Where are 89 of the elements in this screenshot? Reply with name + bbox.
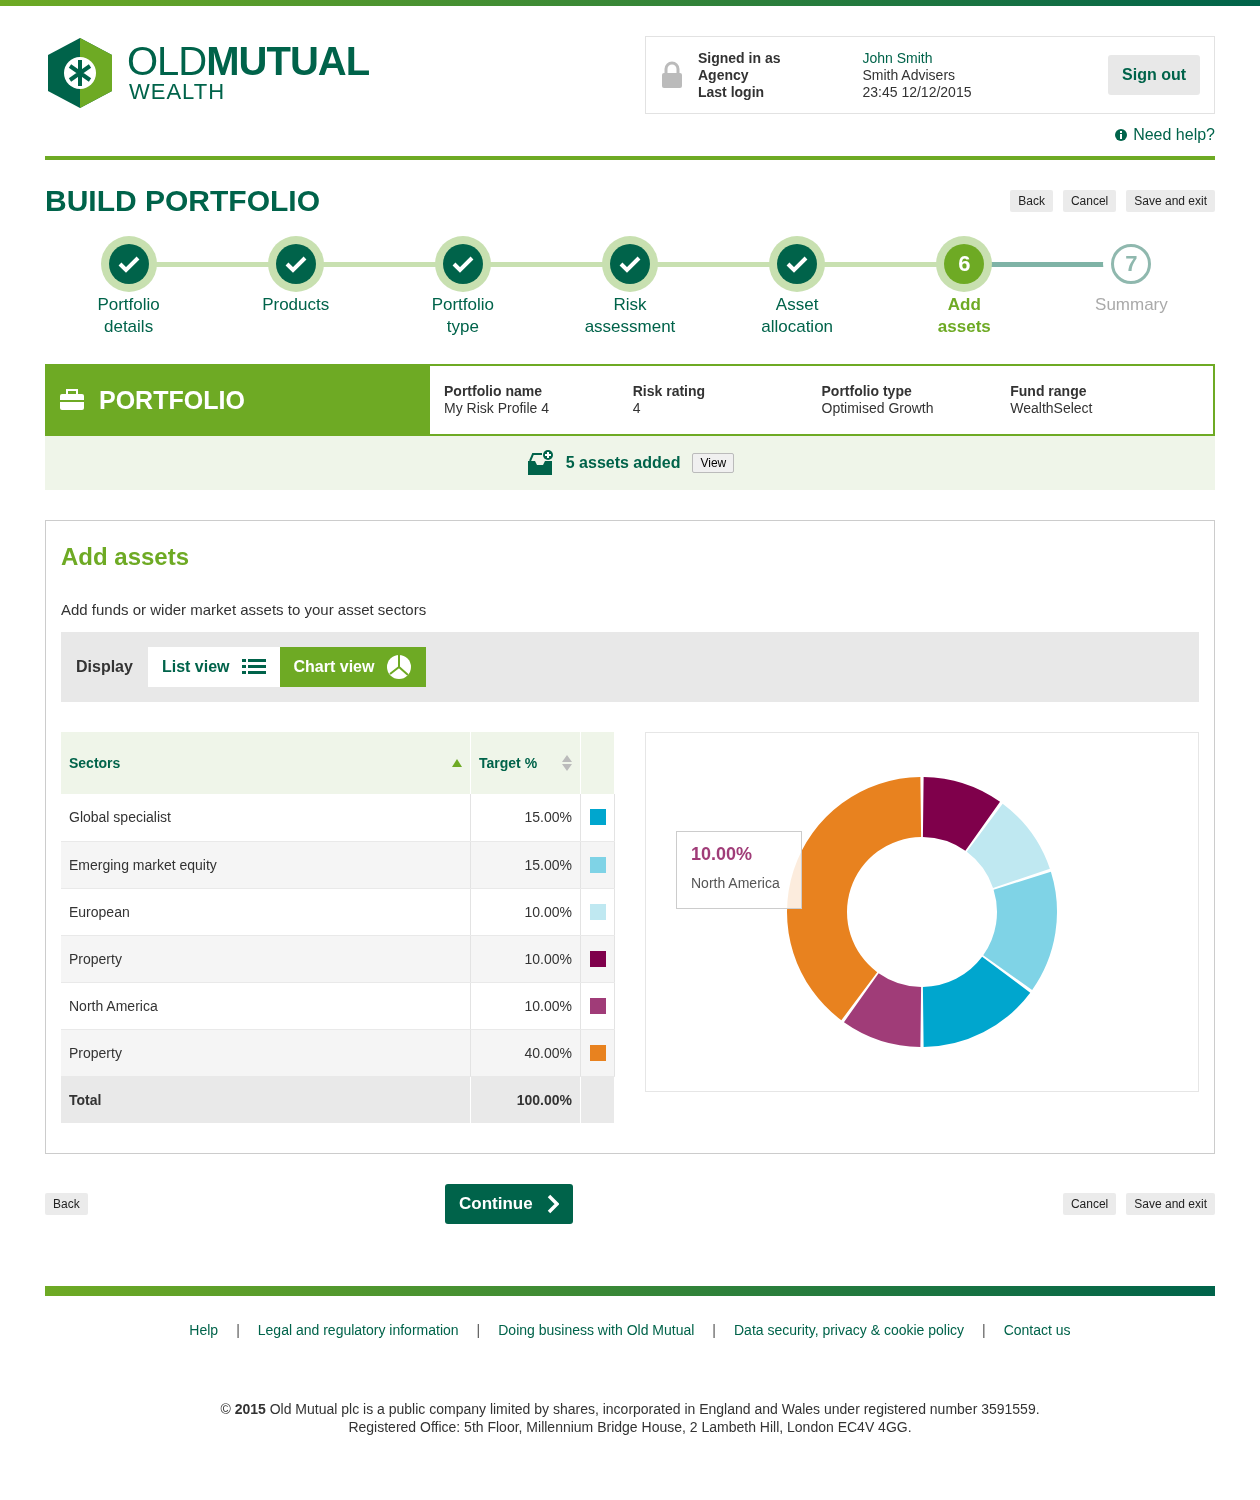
display-label: Display [76,658,133,676]
inbox-add-icon [525,449,554,477]
check-icon [284,255,307,273]
donut-slice[interactable] [966,803,1050,888]
continue-button[interactable]: Continue [445,1184,573,1224]
intro-text: Add funds or wider market assets to your asset sectors [61,601,428,618]
page-title: BUILD PORTFOLIO [45,184,320,218]
step-marker: 6 [936,236,993,292]
logo-subtitle: WEALTH [129,80,227,104]
table-cell: 10.00% [470,935,581,982]
logo-icon [45,36,115,110]
tooltip-value: 10.00% [691,844,754,865]
footer-link[interactable]: Help [189,1322,219,1338]
view-tab[interactable]: List view [147,647,280,687]
copyright-text: © 2015 Old Mutual plc is a public company limited by shares, incorporated in England and Wales under registered number 3591559. [220,1401,1040,1417]
table-cell: North America [61,982,471,1029]
table-cell: Global specialist [61,794,471,841]
check-icon [117,255,140,273]
chevron-right-icon [546,1194,559,1214]
logo-wordmark: OLDMUTUAL [127,42,370,80]
assets-added-text: 5 assets added [565,454,681,472]
check-icon [786,255,809,273]
check-icon [619,255,641,273]
header-action-button[interactable]: Cancel [1062,190,1117,212]
header-action-button[interactable]: Back [1010,190,1053,212]
link-separator: | [236,1322,240,1338]
sort-icon [562,755,572,771]
footer-link[interactable]: Data security, privacy & cookie policy [734,1322,965,1338]
field-value: Optimised Growth [821,400,935,417]
step-label: Add assets [937,294,991,338]
sort-up-icon [452,759,462,767]
field-label: Portfolio name [444,383,543,400]
footer-link[interactable]: Legal and regulatory information [257,1322,459,1338]
footer-link[interactable]: Doing business with Old Mutual [498,1322,695,1338]
column-header[interactable]: Target % [470,732,581,794]
total-value: 100.00% [470,1076,581,1123]
step-label: Portfolio type [431,294,495,338]
briefcase-icon [59,389,85,411]
table-cell: 15.00% [470,841,581,888]
link-separator: | [982,1322,986,1338]
table-cell: Property [61,1029,471,1076]
table-cell: European [61,888,471,935]
table-cell: 10.00% [470,888,581,935]
field-value: WealthSelect [1010,400,1094,417]
portfolio-title: PORTFOLIO [99,385,245,415]
donut-slice[interactable] [787,777,922,1021]
total-label: Total [61,1076,471,1123]
table-cell: 40.00% [470,1029,581,1076]
back-button[interactable]: Back [45,1193,88,1215]
footer-link[interactable]: Contact us [1003,1322,1071,1338]
account-value: John Smith [862,49,934,67]
account-value: Smith Advisers [862,66,957,84]
view-button[interactable]: View [692,453,735,473]
step-label: Products [262,294,330,316]
step-label: Portfolio details [97,294,160,338]
need-help-link[interactable]: Need help? [645,126,1215,144]
section-title: Add assets [61,543,191,571]
table-cell: Emerging market equity [61,841,471,888]
account-label: Agency [698,66,750,84]
check-icon [451,255,474,273]
field-value: My Risk Profile 4 [444,400,551,417]
pie-chart-icon [386,654,413,680]
tooltip-label: North America [691,875,781,891]
copyright-text: Registered Office: 5th Floor, Millennium Bridge House, 2 Lambeth Hill, London EC4V 4GG. [348,1419,912,1435]
account-label: Signed in as [698,49,781,67]
table-cell: 15.00% [470,794,581,841]
cancel-button[interactable]: Cancel [1062,1193,1117,1215]
step-label: Risk assessment [584,294,676,338]
link-separator: | [476,1322,481,1338]
step-label: Summary [1095,294,1168,316]
save-exit-button[interactable]: Save and exit [1126,1193,1215,1215]
sign-out-button[interactable]: Sign out [1108,55,1200,95]
header-action-button[interactable]: Save and exit [1126,190,1215,212]
field-value: 4 [632,400,642,417]
account-label: Last login [698,83,766,101]
field-label: Portfolio type [821,383,913,400]
step-label: Asset allocation [761,294,834,338]
list-icon [241,658,266,676]
column-header[interactable]: Sectors [61,732,471,794]
table-cell: 10.00% [470,982,581,1029]
lock-icon [660,61,684,89]
field-label: Fund range [1010,383,1088,400]
account-value: 23:45 12/12/2015 [862,83,972,101]
table-cell: Property [61,935,471,982]
field-label: Risk rating [632,383,707,400]
donut-slice[interactable] [922,777,1001,851]
donut-slice[interactable] [843,973,922,1047]
link-separator: | [712,1322,716,1338]
info-icon [1115,129,1128,141]
